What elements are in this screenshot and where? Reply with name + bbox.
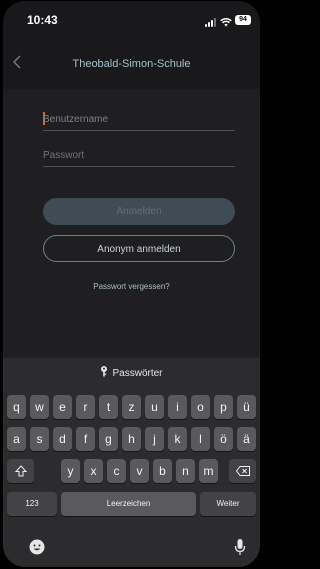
page-title: Theobald-Simon-Schule (72, 58, 191, 70)
shift-icon (14, 465, 27, 477)
key-r[interactable]: r (76, 395, 95, 419)
navigation-bar: Theobald-Simon-Schule (3, 41, 260, 89)
key-e[interactable]: e (53, 395, 72, 419)
key-o[interactable]: o (191, 395, 210, 419)
key-ue[interactable]: ü (237, 395, 256, 419)
login-button[interactable]: Anmelden (43, 198, 235, 225)
key-m[interactable]: m (199, 459, 218, 483)
key-i[interactable]: i (168, 395, 187, 419)
wifi-icon (220, 14, 232, 32)
key-z[interactable]: z (122, 395, 141, 419)
key-w[interactable]: w (30, 395, 49, 419)
key-u[interactable]: u (145, 395, 164, 419)
passwords-suggestion[interactable]: Passwörter (3, 366, 260, 380)
emoji-icon[interactable] (29, 539, 45, 560)
key-b[interactable]: b (153, 459, 172, 483)
microphone-icon[interactable] (234, 538, 246, 561)
password-placeholder: Passwort (43, 150, 85, 161)
key-c[interactable]: c (107, 459, 126, 483)
key-x[interactable]: x (84, 459, 103, 483)
battery-icon: 94 (235, 15, 251, 25)
key-q[interactable]: q (7, 395, 26, 419)
key-v[interactable]: v (130, 459, 149, 483)
delete-key[interactable] (229, 459, 256, 483)
passwords-label: Passwörter (112, 367, 163, 379)
key-oe[interactable]: ö (214, 427, 233, 451)
key-t[interactable]: t (99, 395, 118, 419)
key-icon (100, 366, 108, 380)
keyboard: Passwörter q w e r t z u i o p ü a s d f… (3, 358, 260, 567)
username-field[interactable]: Benutzername (43, 109, 235, 131)
key-f[interactable]: f (76, 427, 95, 451)
key-j[interactable]: j (145, 427, 164, 451)
status-time: 10:43 (27, 13, 58, 27)
status-bar: 10:43 94 (3, 1, 260, 41)
key-h[interactable]: h (122, 427, 141, 451)
anonymous-login-button[interactable]: Anonym anmelden (43, 235, 235, 262)
password-field[interactable]: Passwort (43, 145, 235, 167)
forgot-password-link[interactable]: Passwort vergessen? (3, 282, 260, 291)
phone-screen: 10:43 94 Theobald-Simon-Schule Benutzern… (3, 1, 260, 567)
return-key[interactable]: Weiter (200, 492, 256, 516)
username-placeholder: Benutzername (43, 114, 109, 125)
space-key[interactable]: Leerzeichen (61, 492, 196, 516)
shift-key[interactable] (7, 459, 34, 483)
key-n[interactable]: n (176, 459, 195, 483)
key-s[interactable]: s (30, 427, 49, 451)
backspace-icon (235, 466, 250, 476)
key-p[interactable]: p (214, 395, 233, 419)
numbers-key[interactable]: 123 (7, 492, 57, 516)
key-l[interactable]: l (191, 427, 210, 451)
key-a[interactable]: a (7, 427, 26, 451)
key-d[interactable]: d (53, 427, 72, 451)
key-g[interactable]: g (99, 427, 118, 451)
keyboard-suggestion-bar: Passwörter (3, 358, 260, 388)
cellular-signal-icon (205, 18, 216, 27)
key-k[interactable]: k (168, 427, 187, 451)
key-y[interactable]: y (61, 459, 80, 483)
key-ae[interactable]: ä (237, 427, 256, 451)
